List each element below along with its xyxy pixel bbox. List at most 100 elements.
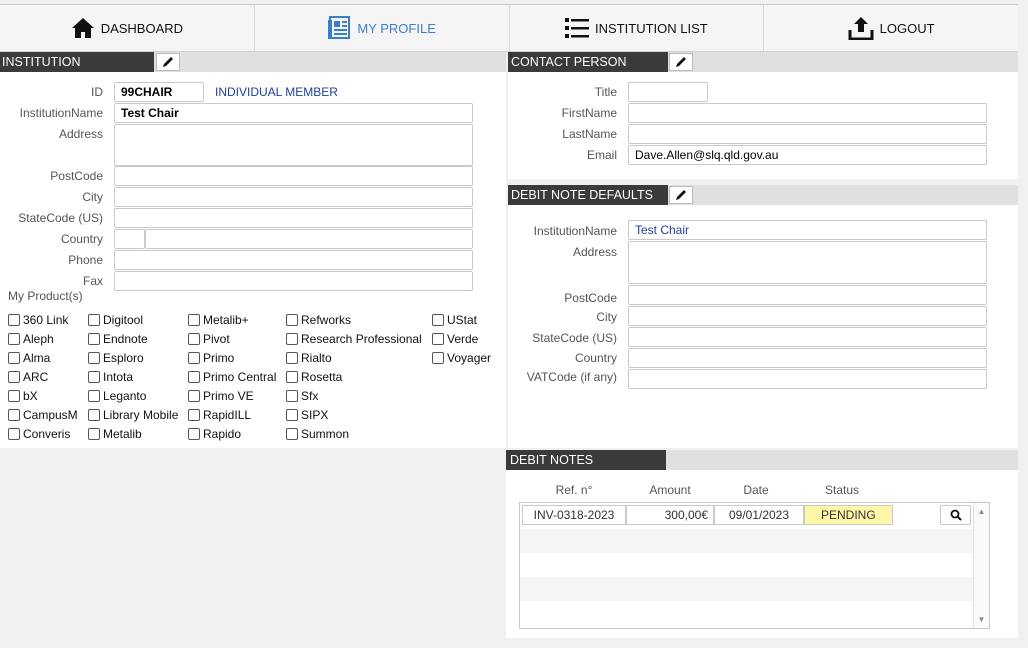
institution-edit-button[interactable] [156, 53, 180, 71]
product-checkbox[interactable]: Metalib+ [188, 313, 249, 327]
contact-lastname-field[interactable] [628, 124, 987, 144]
product-checkbox[interactable]: Verde [432, 332, 478, 346]
product-checkbox[interactable]: Research Professional [286, 332, 422, 346]
view-button[interactable] [940, 505, 971, 525]
id-field[interactable]: 99CHAIR [114, 82, 204, 102]
product-checkbox[interactable]: ARC [8, 370, 48, 384]
postcode-field[interactable] [114, 166, 473, 186]
checkbox-box[interactable] [88, 371, 100, 383]
checkbox-box[interactable] [432, 333, 444, 345]
checkbox-box[interactable] [286, 409, 298, 421]
product-checkbox[interactable]: Primo [188, 351, 234, 365]
list-scrollbar[interactable]: ▲ ▼ [973, 503, 989, 628]
country-code-field[interactable] [114, 229, 145, 249]
nav-dashboard[interactable]: DASHBOARD [0, 5, 255, 51]
nav-my-profile[interactable]: MY PROFILE [255, 5, 510, 51]
checkbox-box[interactable] [8, 352, 20, 364]
contact-firstname-field[interactable] [628, 103, 987, 123]
product-checkbox[interactable]: Digitool [88, 313, 143, 327]
checkbox-box[interactable] [286, 390, 298, 402]
debit-state-field[interactable] [628, 327, 987, 347]
checkbox-box[interactable] [88, 428, 100, 440]
checkbox-box[interactable] [188, 352, 200, 364]
product-checkbox[interactable]: Pivot [188, 332, 230, 346]
product-checkbox[interactable]: CampusM [8, 408, 78, 422]
col-status[interactable]: Status [804, 483, 880, 497]
checkbox-box[interactable] [8, 428, 20, 440]
checkbox-box[interactable] [286, 352, 298, 364]
country-field[interactable] [145, 229, 473, 249]
product-checkbox[interactable]: Voyager [432, 351, 491, 365]
checkbox-box[interactable] [8, 314, 20, 326]
member-type-link[interactable]: INDIVIDUAL MEMBER [215, 82, 338, 102]
debit-city-field[interactable] [628, 306, 987, 326]
product-checkbox[interactable]: Intota [88, 370, 133, 384]
product-checkbox[interactable]: Aleph [8, 332, 54, 346]
scroll-down-arrow-icon[interactable]: ▼ [974, 615, 989, 624]
checkbox-box[interactable] [8, 333, 20, 345]
checkbox-box[interactable] [188, 371, 200, 383]
product-checkbox[interactable]: Endnote [88, 332, 148, 346]
col-amount[interactable]: Amount [627, 483, 713, 497]
product-checkbox[interactable]: Metalib [88, 427, 142, 441]
contact-email-field[interactable]: Dave.Allen@slq.qld.gov.au [628, 145, 987, 165]
product-checkbox[interactable]: Converis [8, 427, 70, 441]
col-ref[interactable]: Ref. n° [522, 483, 626, 497]
checkbox-box[interactable] [188, 428, 200, 440]
product-checkbox[interactable]: RapidILL [188, 408, 251, 422]
product-checkbox[interactable]: SIPX [286, 408, 328, 422]
checkbox-box[interactable] [286, 428, 298, 440]
checkbox-box[interactable] [286, 371, 298, 383]
debit-name-field[interactable]: Test Chair [628, 220, 987, 240]
checkbox-box[interactable] [432, 314, 444, 326]
nav-institution-list[interactable]: INSTITUTION LIST [510, 5, 765, 51]
product-checkbox[interactable]: Esploro [88, 351, 144, 365]
checkbox-box[interactable] [88, 409, 100, 421]
checkbox-box[interactable] [188, 409, 200, 421]
product-checkbox[interactable]: Sfx [286, 389, 318, 403]
checkbox-box[interactable] [286, 314, 298, 326]
contact-title-field[interactable] [628, 82, 708, 102]
debit-postcode-field[interactable] [628, 285, 987, 305]
product-checkbox[interactable]: UStat [432, 313, 477, 327]
address-field[interactable] [114, 124, 473, 166]
debit-defaults-edit-button[interactable] [669, 186, 693, 204]
checkbox-box[interactable] [88, 352, 100, 364]
state-field[interactable] [114, 208, 473, 228]
checkbox-box[interactable] [8, 390, 20, 402]
checkbox-box[interactable] [188, 390, 200, 402]
checkbox-box[interactable] [188, 333, 200, 345]
fax-field[interactable] [114, 271, 473, 291]
product-checkbox[interactable]: Leganto [88, 389, 146, 403]
city-field[interactable] [114, 187, 473, 207]
debit-address-field[interactable] [628, 241, 987, 284]
product-checkbox[interactable]: Primo Central [188, 370, 276, 384]
checkbox-box[interactable] [432, 352, 444, 364]
checkbox-box[interactable] [88, 333, 100, 345]
checkbox-box[interactable] [8, 371, 20, 383]
product-checkbox[interactable]: Primo VE [188, 389, 254, 403]
col-date[interactable]: Date [714, 483, 798, 497]
product-label: Summon [301, 427, 350, 441]
nav-logout[interactable]: LOGOUT [764, 5, 1018, 51]
checkbox-box[interactable] [286, 333, 298, 345]
checkbox-box[interactable] [88, 314, 100, 326]
debit-vat-field[interactable] [628, 369, 987, 389]
checkbox-box[interactable] [188, 314, 200, 326]
scroll-up-arrow-icon[interactable]: ▲ [974, 507, 989, 516]
product-checkbox[interactable]: bX [8, 389, 38, 403]
product-checkbox[interactable]: Refworks [286, 313, 351, 327]
checkbox-box[interactable] [88, 390, 100, 402]
contact-edit-button[interactable] [669, 53, 693, 71]
product-checkbox[interactable]: Library Mobile [88, 408, 178, 422]
institution-name-field[interactable]: Test Chair [114, 103, 473, 123]
product-checkbox[interactable]: Rosetta [286, 370, 342, 384]
checkbox-box[interactable] [8, 409, 20, 421]
product-checkbox[interactable]: Rapido [188, 427, 241, 441]
phone-field[interactable] [114, 250, 473, 270]
product-checkbox[interactable]: Summon [286, 427, 349, 441]
product-checkbox[interactable]: Alma [8, 351, 50, 365]
debit-country-field[interactable] [628, 348, 987, 368]
product-checkbox[interactable]: 360 Link [8, 313, 68, 327]
product-checkbox[interactable]: Rialto [286, 351, 332, 365]
